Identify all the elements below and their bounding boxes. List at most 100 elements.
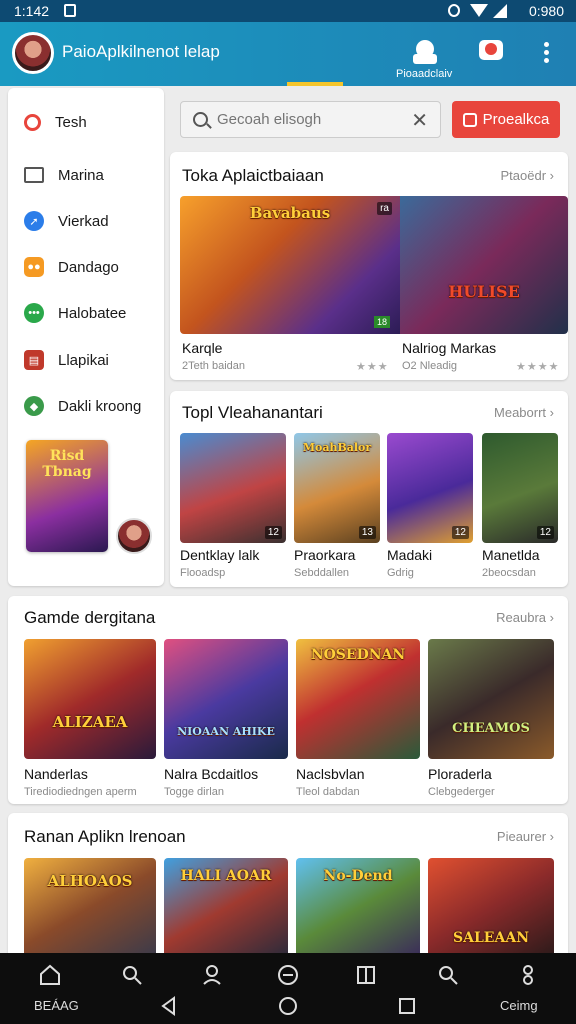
game-art-2[interactable]: NOSEDNAN bbox=[296, 639, 420, 759]
search-icon bbox=[24, 113, 41, 131]
section-title: Topl Vleahanantari bbox=[182, 403, 323, 422]
game-name[interactable]: Nanderlas bbox=[24, 766, 88, 782]
sidebar-item-4[interactable]: ••• Halobatee bbox=[24, 298, 160, 328]
gift-icon[interactable] bbox=[410, 36, 440, 66]
section-title: Gamde dergitana bbox=[24, 608, 156, 627]
notification-icon bbox=[64, 4, 76, 17]
promo-button-label: Proealkca bbox=[482, 111, 550, 128]
book-icon[interactable] bbox=[354, 963, 378, 987]
sidebar-item-label: Marina bbox=[58, 166, 104, 184]
search-icon bbox=[193, 112, 208, 127]
compass-icon: ➚ bbox=[24, 211, 44, 231]
sidebar-item-1[interactable]: Marina bbox=[24, 160, 160, 190]
app-name[interactable]: Madaki bbox=[387, 547, 432, 563]
app-subtitle: Flooadsp bbox=[180, 567, 226, 579]
sidebar-promo-card[interactable]: Risd Tbnag bbox=[26, 440, 108, 552]
game-subtitle: Clebgederger bbox=[428, 786, 495, 798]
status-time: 1:142 bbox=[14, 3, 50, 19]
bottom-left-label[interactable]: BEÁAG bbox=[34, 998, 79, 1013]
profile-icon[interactable] bbox=[200, 963, 224, 987]
see-more-link[interactable]: Ptaoëdr › bbox=[501, 168, 555, 183]
search-alt-icon[interactable] bbox=[436, 963, 460, 987]
section-title: Ranan Aplikn lrenoan bbox=[24, 827, 186, 846]
app-subtitle: 2beocsdan bbox=[482, 567, 536, 579]
top-art-0[interactable]: 12 bbox=[180, 433, 286, 543]
apps-section: Ranan Aplikn lrenoan Pieaurer › ALHOAOS … bbox=[8, 813, 568, 963]
app-art-3[interactable]: SALEAAN bbox=[428, 858, 554, 958]
top-art-2[interactable]: 12 bbox=[387, 433, 473, 543]
search-input[interactable] bbox=[217, 111, 397, 128]
clear-icon[interactable]: ✕ bbox=[411, 108, 428, 133]
sidebar-item-2[interactable]: ➚ Vierkad bbox=[24, 206, 160, 236]
app-name[interactable]: Praorkara bbox=[294, 547, 355, 563]
rating-stars: ★★★ bbox=[356, 361, 389, 373]
see-more-link[interactable]: Meaborrt › bbox=[494, 405, 554, 420]
top-art-1[interactable]: MoahBalor 13 bbox=[294, 433, 380, 543]
list-icon bbox=[24, 167, 44, 183]
wifi-icon bbox=[470, 4, 488, 17]
status-bar: 1:142 0:980 bbox=[0, 0, 576, 22]
app-name[interactable]: Karqle bbox=[182, 340, 222, 356]
promo-card-art-title: Risd Tbnag bbox=[42, 448, 92, 480]
see-more-link[interactable]: Pieaurer › bbox=[497, 829, 554, 844]
game-name[interactable]: Nalra Bcdaitlos bbox=[164, 766, 258, 782]
alarm-icon bbox=[448, 4, 460, 17]
game-art-0[interactable]: ALIZAEA bbox=[24, 639, 156, 759]
signal-icon bbox=[493, 4, 507, 18]
home-button-icon[interactable] bbox=[277, 995, 299, 1017]
top-section: Topl Vleahanantari Meaborrt › 12 MoahBal… bbox=[170, 391, 568, 587]
friend-avatar[interactable] bbox=[116, 518, 152, 554]
top-art-3[interactable]: 12 bbox=[482, 433, 558, 543]
game-subtitle: Tirediodiedngen aperm bbox=[24, 786, 137, 798]
sidebar: Tesh Marina ➚ Vierkad ●● Dandago ••• Haloba… bbox=[8, 88, 164, 586]
search-field[interactable]: ✕ bbox=[180, 101, 441, 138]
recents-icon[interactable] bbox=[396, 995, 418, 1017]
sidebar-item-label: Dakli kroong bbox=[58, 397, 142, 415]
game-art-3[interactable]: CHEAMOS bbox=[428, 639, 554, 759]
app-subtitle: Sebddallen bbox=[294, 567, 350, 579]
sidebar-item-3[interactable]: ●● Dandago bbox=[24, 252, 160, 282]
app-art-0[interactable]: ALHOAOS bbox=[24, 858, 156, 958]
see-more-link[interactable]: Reaubra › bbox=[496, 610, 554, 625]
chat-icon: ••• bbox=[24, 303, 44, 323]
back-icon[interactable] bbox=[158, 995, 180, 1017]
app-subtitle: O2 Nleadig bbox=[402, 360, 458, 372]
app-name[interactable]: Manetlda bbox=[482, 547, 540, 563]
featured-art-1[interactable]: HULISE bbox=[400, 196, 568, 334]
games-section: Gamde dergitana Reaubra › ALIZAEA NIOAAN… bbox=[8, 596, 568, 804]
game-name[interactable]: Naclsbvlan bbox=[296, 766, 364, 782]
more-menu-icon[interactable] bbox=[540, 42, 552, 66]
featured-art-0[interactable]: Bavabaus ra 18 bbox=[180, 196, 400, 334]
sidebar-item-5[interactable]: ▤ Llapikai bbox=[24, 345, 160, 375]
rating-badge: 18 bbox=[373, 316, 390, 328]
section-title: Toka Aplaictbaiaan bbox=[182, 166, 324, 185]
home-icon[interactable] bbox=[38, 963, 62, 987]
promo-button[interactable]: Proealkca bbox=[452, 101, 560, 138]
app-name[interactable]: Dentklay lalk bbox=[180, 547, 259, 563]
search-icon[interactable] bbox=[120, 963, 144, 987]
app-name[interactable]: Nalriog Markas bbox=[402, 340, 496, 356]
sidebar-item-label: Tesh bbox=[55, 113, 87, 131]
game-icon: ◆ bbox=[24, 396, 44, 416]
app-title: PaioAplkilnenot lelap bbox=[62, 42, 220, 61]
app-art-1[interactable]: HALI AOAR bbox=[164, 858, 288, 958]
sidebar-item-6[interactable]: ◆ Dakli kroong bbox=[24, 391, 160, 421]
sidebar-item-label: Llapikai bbox=[58, 351, 109, 369]
sidebar-item-0[interactable]: Tesh bbox=[24, 107, 160, 137]
game-subtitle: Tleol dabdan bbox=[296, 786, 360, 798]
profile-avatar[interactable] bbox=[12, 32, 54, 74]
tv-icon: ▤ bbox=[24, 350, 44, 370]
appbar-button-label[interactable]: Pioaadclaiv bbox=[396, 68, 452, 80]
minus-circle-icon[interactable] bbox=[276, 963, 300, 987]
status-battery-text: 0:980 bbox=[528, 3, 564, 19]
app-subtitle: Gdrig bbox=[387, 567, 414, 579]
bottom-right-label[interactable]: Ceimg bbox=[500, 998, 538, 1013]
app-art-2[interactable]: No-Dend bbox=[296, 858, 420, 958]
active-tab-indicator bbox=[287, 82, 343, 86]
game-name[interactable]: Ploraderla bbox=[428, 766, 492, 782]
record-icon[interactable] bbox=[476, 36, 506, 66]
game-art-1[interactable]: NIOAAN AHIKE bbox=[164, 639, 288, 759]
featured-badge: ra bbox=[377, 202, 392, 215]
user-alt-icon[interactable] bbox=[516, 963, 540, 987]
app-subtitle: 2Teth baidan bbox=[182, 360, 245, 372]
